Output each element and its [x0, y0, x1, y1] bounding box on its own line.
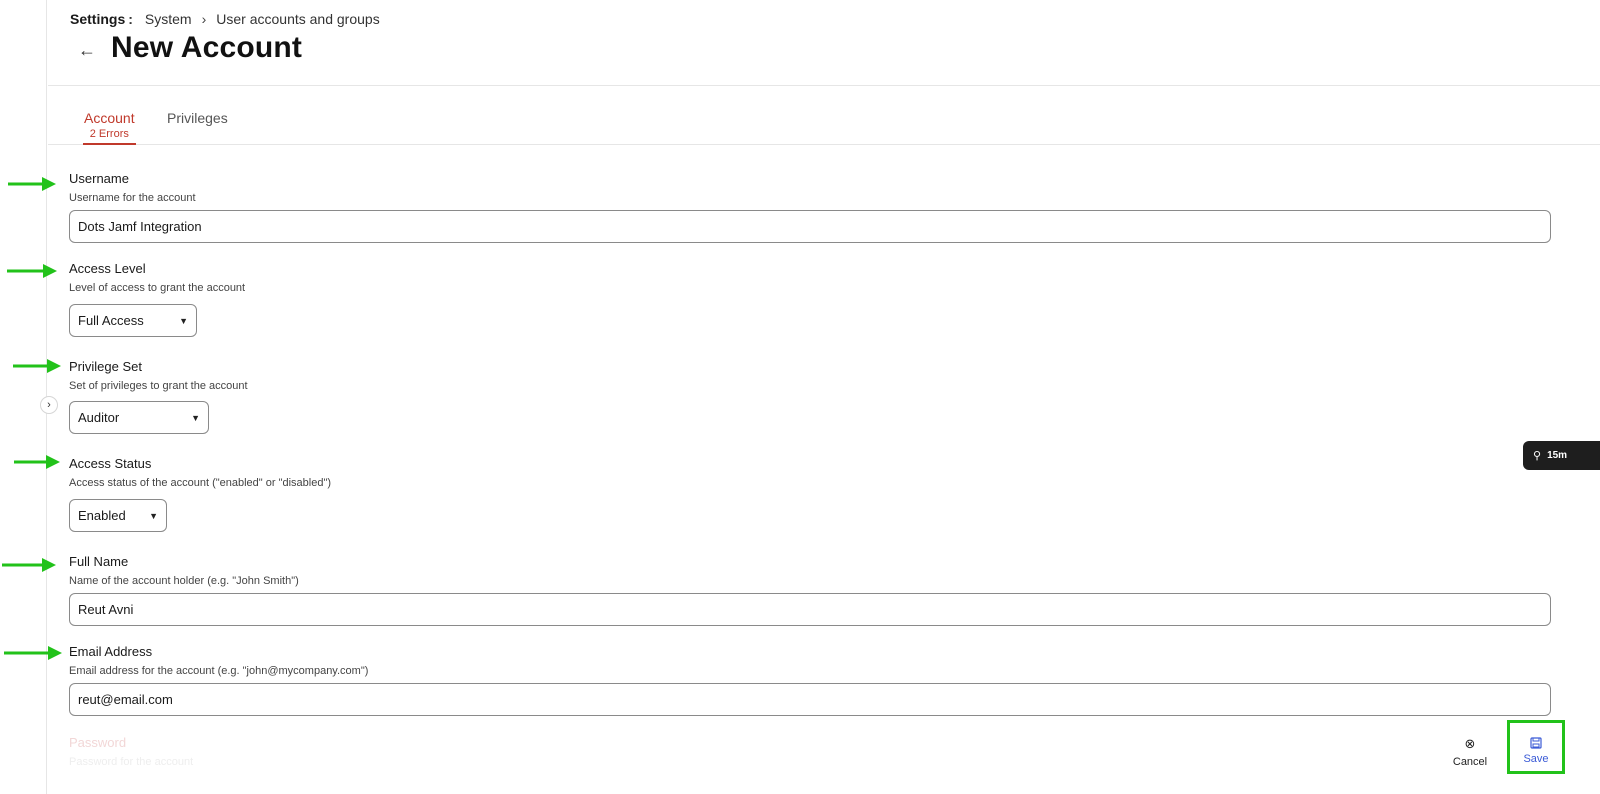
tab-account[interactable]: Account 2 Errors — [83, 110, 136, 145]
sidebar-expand-toggle[interactable]: › — [40, 396, 58, 414]
green-arrow-icon — [13, 359, 61, 373]
email-input[interactable] — [69, 683, 1551, 716]
floppy-disk-icon — [1530, 737, 1542, 749]
floating-timer-pill[interactable]: ⚲ 15m — [1523, 441, 1600, 470]
breadcrumb: Settings : System › User accounts and gr… — [70, 11, 380, 27]
tab-account-error-count: 2 Errors — [89, 128, 129, 140]
access-level-select[interactable]: Full Access ▼ — [69, 304, 197, 337]
green-arrow-icon — [14, 455, 60, 469]
privilege-set-value: Auditor — [78, 410, 120, 425]
access-status-value: Enabled — [78, 508, 126, 523]
access-status-field-group: Access Status Access status of the accou… — [69, 456, 331, 489]
cancel-label: Cancel — [1452, 756, 1488, 768]
cancel-button[interactable]: ⊗ Cancel — [1449, 736, 1491, 772]
email-field-group: Email Address Email address for the acco… — [69, 644, 368, 677]
floating-timer-label: 15m — [1547, 450, 1568, 461]
page-header: Settings : System › User accounts and gr… — [48, 0, 1600, 86]
chevron-right-icon: › — [47, 399, 51, 411]
access-level-field-group: Access Level Level of access to grant th… — [69, 261, 245, 294]
arrow-left-icon: ← — [78, 39, 96, 60]
access-level-label: Access Level — [69, 261, 146, 276]
caret-down-icon: ▼ — [149, 510, 158, 521]
username-input[interactable] — [69, 210, 1551, 243]
breadcrumb-colon: : — [128, 11, 133, 27]
save-button[interactable]: Save — [1507, 720, 1565, 774]
full-name-label: Full Name — [69, 554, 129, 569]
green-arrow-icon — [8, 177, 56, 191]
email-label: Email Address — [69, 644, 153, 659]
access-level-description: Level of access to grant the account — [69, 282, 246, 294]
access-status-label: Access Status — [69, 456, 152, 471]
page-title: New Account — [111, 31, 303, 64]
full-name-field-group: Full Name Name of the account holder (e.… — [69, 554, 299, 587]
access-level-value: Full Access — [78, 313, 144, 328]
privilege-set-field-group: Privilege Set Set of privileges to grant… — [69, 359, 248, 392]
full-name-input[interactable] — [69, 593, 1551, 626]
password-label: Password — [69, 735, 127, 750]
left-sidebar-rail — [0, 0, 47, 794]
caret-down-icon: ▼ — [191, 412, 200, 423]
username-description: Username for the account — [69, 192, 196, 204]
chevron-right-icon: › — [201, 11, 207, 27]
privilege-set-label: Privilege Set — [69, 359, 142, 374]
full-name-description: Name of the account holder (e.g. "John S… — [69, 575, 299, 587]
caret-down-icon: ▼ — [179, 315, 188, 326]
green-arrow-icon — [2, 558, 56, 572]
access-status-select[interactable]: Enabled ▼ — [69, 499, 167, 532]
back-button[interactable]: ← — [78, 38, 98, 62]
active-tab-underline — [83, 143, 136, 145]
username-label: Username — [69, 171, 129, 186]
breadcrumb-item-user-accounts[interactable]: User accounts and groups — [216, 11, 379, 27]
tab-account-label: Account — [84, 110, 135, 126]
link-icon: ⚲ — [1533, 450, 1542, 462]
email-description: Email address for the account (e.g. "joh… — [69, 665, 369, 677]
tab-privileges[interactable]: Privileges — [167, 110, 228, 126]
password-description: Password for the account — [69, 756, 194, 768]
breadcrumb-item-system[interactable]: System — [145, 11, 192, 27]
save-label: Save — [1523, 753, 1549, 765]
privilege-set-description: Set of privileges to grant the account — [69, 380, 248, 392]
tab-bar: Account 2 Errors Privileges — [48, 86, 1600, 145]
circle-x-icon: ⊗ — [1464, 736, 1476, 751]
username-field-group: Username Username for the account — [69, 171, 196, 204]
access-status-description: Access status of the account ("enabled" … — [69, 477, 332, 489]
green-arrow-icon — [7, 264, 57, 278]
breadcrumb-root[interactable]: Settings — [70, 11, 125, 27]
green-arrow-icon — [4, 646, 62, 660]
privilege-set-select[interactable]: Auditor ▼ — [69, 401, 209, 434]
